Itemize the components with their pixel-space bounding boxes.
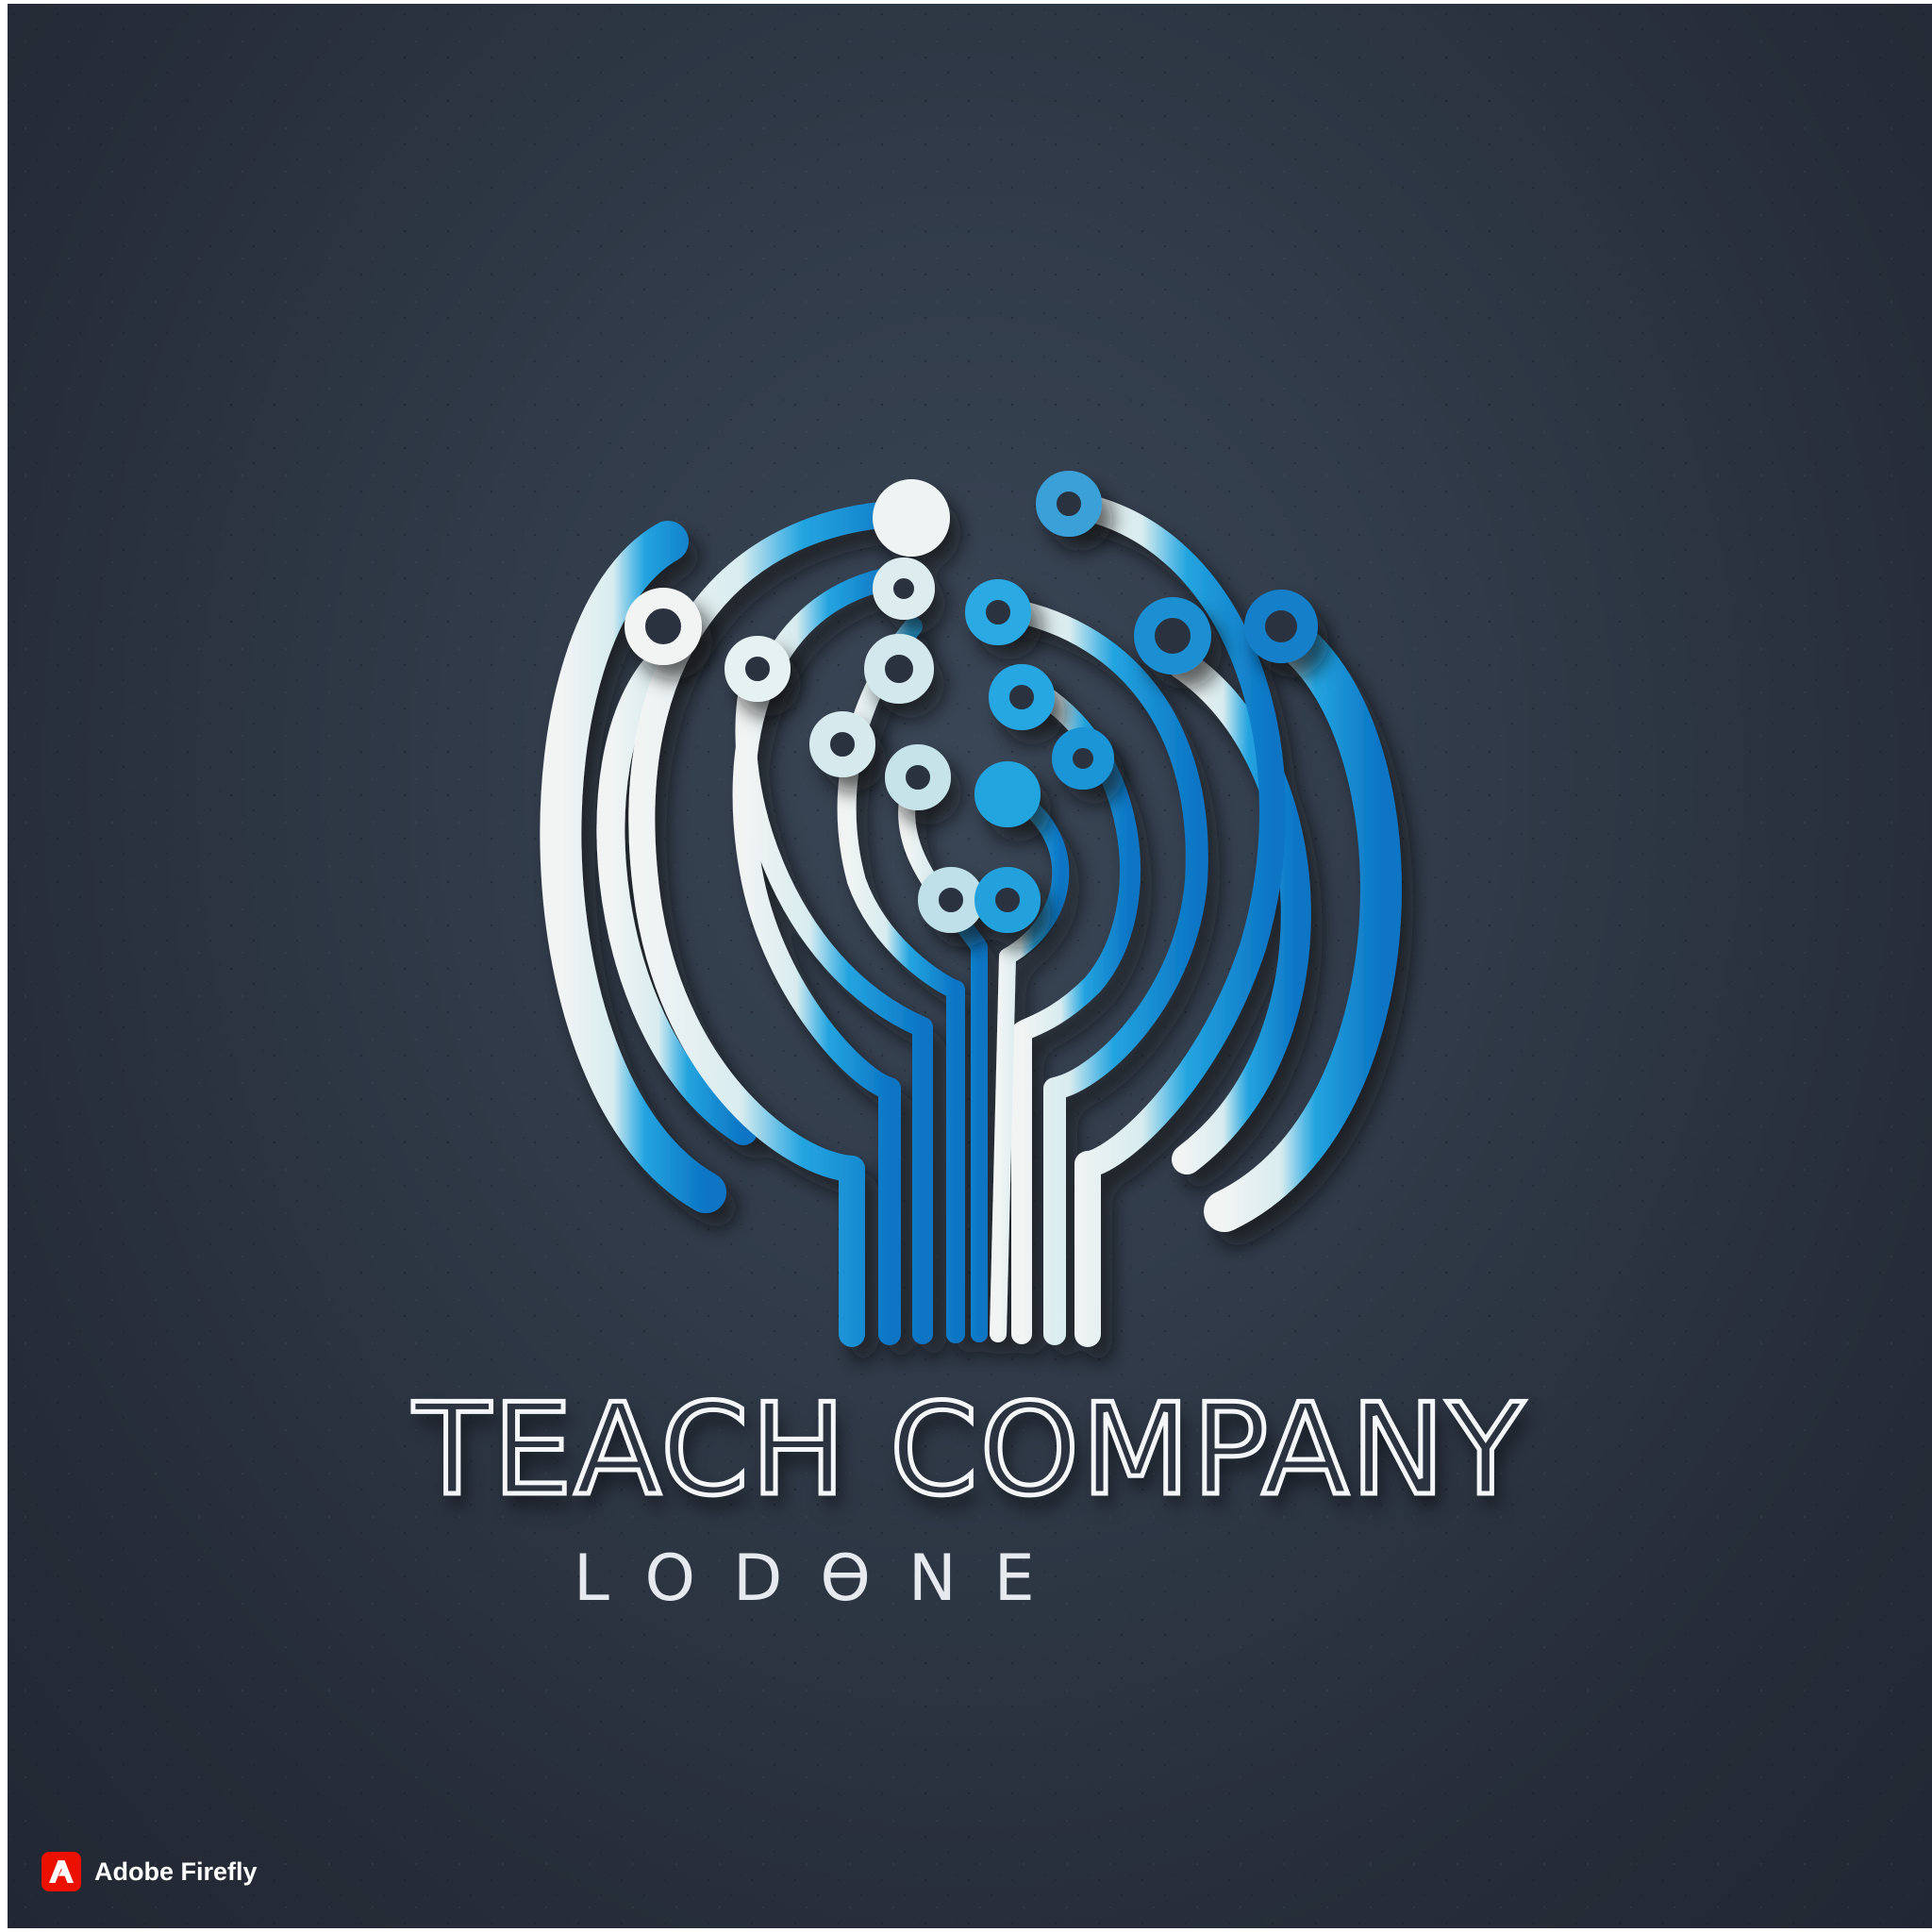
adobe-logo-icon bbox=[42, 1852, 81, 1891]
logo-canvas: TEACH COMPANY LODƟNE Adobe Firefly bbox=[8, 4, 1932, 1928]
adobe-firefly-watermark: Adobe Firefly bbox=[42, 1852, 258, 1891]
company-tagline: LODƟNE bbox=[574, 1541, 1073, 1616]
company-name: TEACH COMPANY bbox=[411, 1374, 1526, 1526]
watermark-label: Adobe Firefly bbox=[94, 1857, 258, 1886]
circuit-tree-icon bbox=[540, 471, 1402, 1347]
